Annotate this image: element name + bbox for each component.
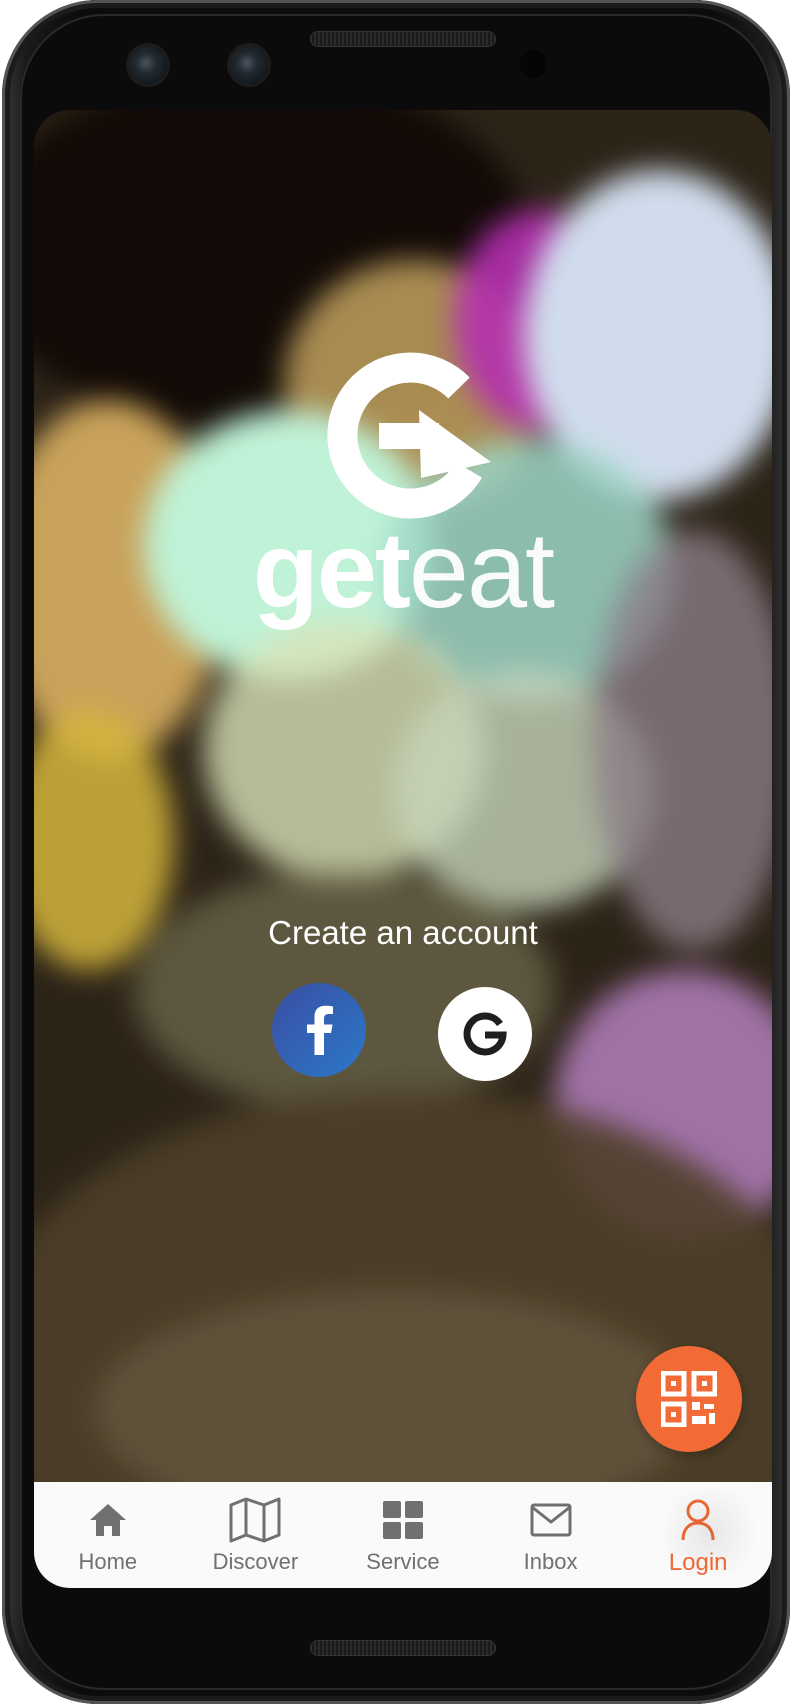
tab-login-label: Login xyxy=(668,1549,728,1576)
device-mockup: geteat Create an account Home Discover S… xyxy=(0,0,793,1704)
brand-bold: get xyxy=(252,509,411,630)
google-icon xyxy=(463,1012,507,1056)
tab-login[interactable]: Login xyxy=(624,1482,772,1588)
envelope-icon xyxy=(530,1497,572,1543)
front-camera-secondary xyxy=(230,46,268,84)
tab-inbox[interactable]: Inbox xyxy=(477,1482,625,1588)
facebook-login-button[interactable] xyxy=(272,983,366,1077)
tab-home-label: Home xyxy=(78,1549,138,1574)
bottom-tab-bar: Home Discover Service Inbox Login xyxy=(34,1482,772,1588)
earpiece-speaker xyxy=(310,31,496,47)
tab-discover-label: Discover xyxy=(212,1549,299,1574)
tab-discover[interactable]: Discover xyxy=(182,1482,330,1588)
qr-code-icon xyxy=(661,1371,717,1427)
brand-wordmark: geteat xyxy=(34,500,772,640)
create-account-label: Create an account xyxy=(268,914,538,951)
proximity-sensor xyxy=(519,50,547,78)
facebook-icon xyxy=(307,1005,333,1055)
app-screen: geteat Create an account Home Discover S… xyxy=(34,110,772,1588)
grid-icon xyxy=(382,1497,424,1543)
brand-light: eat xyxy=(408,509,555,630)
refresh-arrow-logo-icon xyxy=(327,352,491,519)
tab-service[interactable]: Service xyxy=(329,1482,477,1588)
home-icon xyxy=(88,1497,128,1543)
google-login-button[interactable] xyxy=(438,987,532,1081)
tab-service-label: Service xyxy=(366,1549,440,1574)
front-camera xyxy=(129,46,167,84)
tab-inbox-label: Inbox xyxy=(523,1549,578,1574)
bottom-speaker xyxy=(310,1640,496,1656)
tab-home[interactable]: Home xyxy=(34,1482,182,1588)
qr-scan-button[interactable] xyxy=(636,1346,742,1452)
map-icon xyxy=(229,1497,281,1543)
user-icon xyxy=(681,1497,715,1543)
